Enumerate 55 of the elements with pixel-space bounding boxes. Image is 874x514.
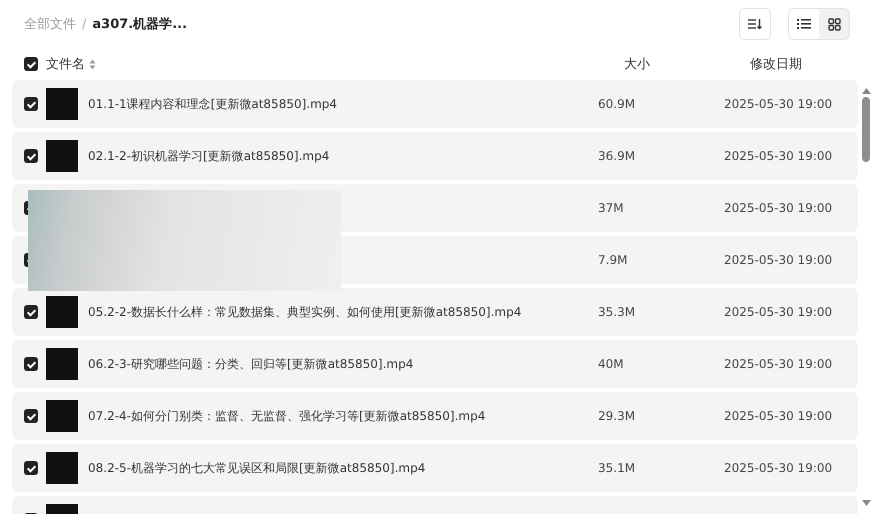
file-row[interactable]: 02.1-2-初识机器学习[更新微at85850].mp4 36.9M 2025-05-30 19:00 <box>12 132 858 180</box>
file-name: 05.2-2-数据长什么样：常见数据集、典型实例、如何使用[更新微at85850].mp4 <box>88 304 522 320</box>
sort-icon <box>748 18 762 30</box>
file-size: 37M <box>598 201 625 215</box>
checkbox[interactable] <box>24 461 38 475</box>
file-size: 40M <box>598 357 625 371</box>
checkbox[interactable] <box>24 305 38 319</box>
file-size: 60.9M <box>598 97 636 111</box>
checkbox[interactable] <box>24 409 38 423</box>
file-size: 36.9M <box>598 149 636 163</box>
video-thumbnail <box>46 296 78 328</box>
file-row[interactable]: 05.2-2-数据长什么样：常见数据集、典型实例、如何使用[更新微at85850].mp4 35.3M 2025-05-30 19:00 <box>12 288 858 336</box>
file-size: 35.3M <box>598 305 636 319</box>
modified-date: 2025-05-30 19:00 <box>724 97 832 111</box>
grid-view-icon <box>828 18 840 30</box>
scroll-up-icon[interactable] <box>862 88 870 94</box>
list-view-icon <box>797 18 811 30</box>
sort-arrows-icon[interactable] <box>89 58 96 70</box>
modified-date: 2025-05-30 19:00 <box>724 253 832 267</box>
scroll-down-icon[interactable] <box>862 500 870 506</box>
file-row[interactable]: 01.1-1课程内容和理念[更新微at85850].mp4 60.9M 2025-05-30 19:00 <box>12 80 858 128</box>
checkbox[interactable] <box>24 97 38 111</box>
file-size: 29.3M <box>598 409 636 423</box>
name-column-header[interactable]: 文件名 <box>46 55 85 73</box>
size-column-header: 大小 <box>624 56 651 73</box>
modified-date: 2025-05-30 19:00 <box>724 461 832 475</box>
modified-date: 2025-05-30 19:00 <box>724 201 832 215</box>
file-row[interactable]: 07.2-4-如何分门别类：监督、无监督、强化学习等[更新微at85850].mp4 29.3M 2025-05-30 19:00 <box>12 392 858 440</box>
file-row[interactable]: 08.2-5-机器学习的七大常见误区和局限[更新微at85850].mp4 35.1M 2025-05-30 19:00 <box>12 444 858 492</box>
file-size: 35.1M <box>598 461 636 475</box>
video-thumbnail <box>46 140 78 172</box>
file-name: 08.2-5-机器学习的七大常见误区和局限[更新微at85850].mp4 <box>88 460 426 476</box>
checkbox[interactable] <box>24 57 38 71</box>
checkbox[interactable] <box>24 357 38 371</box>
modified-date: 2025-05-30 19:00 <box>724 357 832 371</box>
breadcrumb-separator: / <box>82 16 86 32</box>
grid-view-button[interactable] <box>819 9 849 39</box>
video-thumbnail <box>46 400 78 432</box>
file-row[interactable]: 06.2-3-研究哪些问题：分类、回归等[更新微at85850].mp4 40M 2025-05-30 19:00 <box>12 340 858 388</box>
modified-date: 2025-05-30 19:00 <box>724 409 832 423</box>
scrollbar-thumb[interactable] <box>862 97 870 162</box>
file-size: 7.9M <box>598 253 628 267</box>
file-name: 07.2-4-如何分门别类：监督、无监督、强化学习等[更新微at85850].mp4 <box>88 408 486 424</box>
sort-button[interactable] <box>739 8 771 40</box>
breadcrumb-item[interactable]: a307.机器学... <box>92 15 188 33</box>
modified-date: 2025-05-30 19:00 <box>724 305 832 319</box>
file-name: 06.2-3-研究哪些问题：分类、回归等[更新微at85850].mp4 <box>88 356 414 372</box>
file-name: 01.1-1课程内容和理念[更新微at85850].mp4 <box>88 96 338 112</box>
modified-date: 2025-05-30 19:00 <box>724 149 832 163</box>
video-thumbnail <box>46 452 78 484</box>
file-name: 02.1-2-初识机器学习[更新微at85850].mp4 <box>88 148 330 164</box>
video-thumbnail <box>46 88 78 120</box>
date-column-header: 修改日期 <box>750 56 803 73</box>
video-thumbnail <box>46 348 78 380</box>
checkbox[interactable] <box>24 149 38 163</box>
